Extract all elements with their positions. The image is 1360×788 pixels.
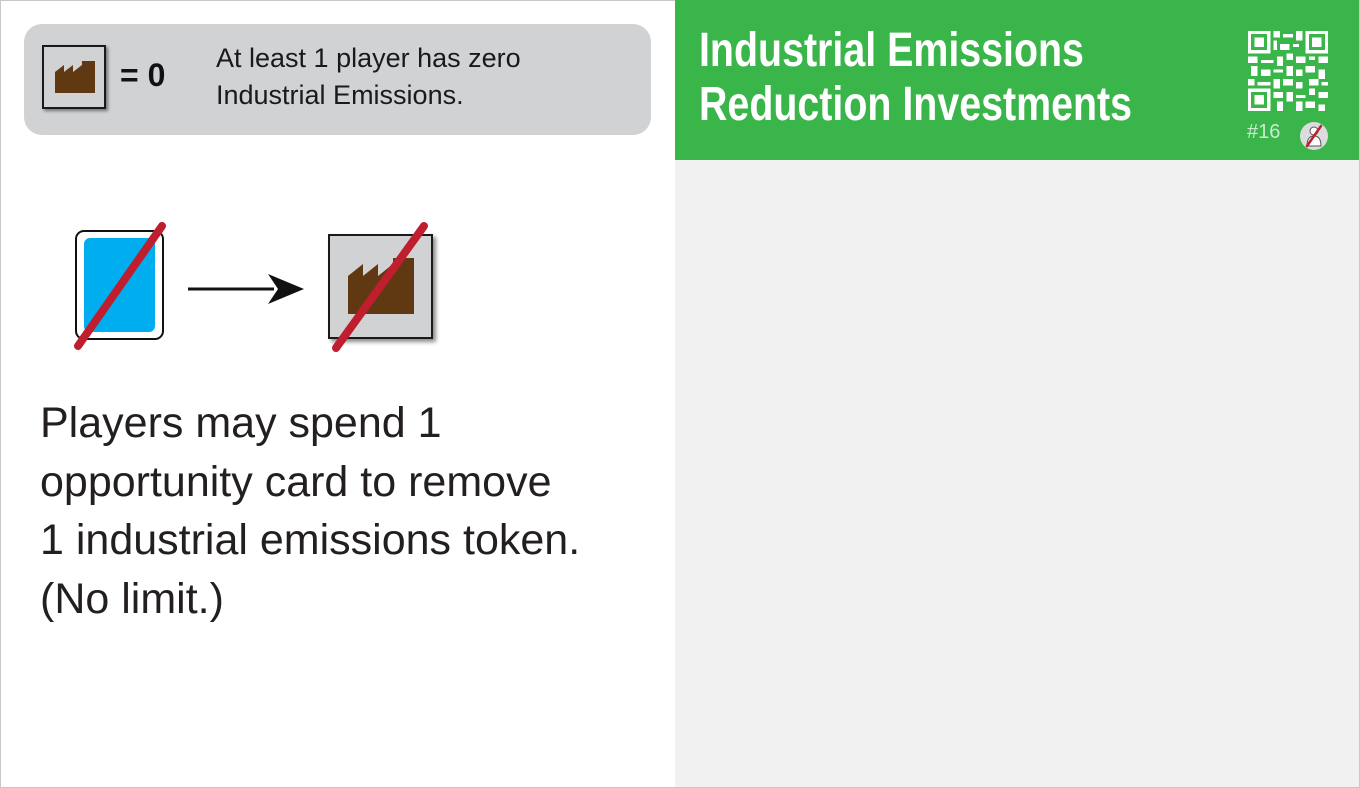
effect-text-line-4: (No limit.) (40, 574, 224, 623)
no-player-icon (1300, 122, 1328, 150)
factory-icon (55, 61, 95, 93)
arrow-right-icon (188, 274, 304, 304)
effect-text-line-2: opportunity card to remove (40, 457, 552, 506)
condition-text-line-1: At least 1 player has zero (216, 43, 521, 73)
qr-code-icon (1248, 31, 1328, 111)
opportunity-card-face (84, 238, 155, 332)
effect-text-line-3: 1 industrial emissions token. (40, 516, 581, 564)
condition-text: At least 1 player has zero Industrial Em… (216, 40, 636, 114)
condition-text-line-2: Industrial Emissions. (216, 80, 464, 110)
title-bar: Industrial Emissions Reduction Investmen… (675, 0, 1359, 160)
industrial-emissions-tile (42, 45, 106, 109)
industrial-emissions-token (328, 234, 433, 339)
opportunity-card-icon (75, 230, 164, 340)
card-title-line-2: Reduction Investments (699, 78, 1133, 131)
card-title-line-1: Industrial Emissions (699, 24, 1084, 77)
equals-zero-label: = 0 (120, 57, 166, 93)
condition-box: = 0 At least 1 player has zero Industria… (24, 24, 651, 135)
effect-text-line-1: Players may spend 1 (40, 399, 442, 447)
card-title: Industrial Emissions Reduction Investmen… (699, 24, 1133, 132)
card-number: #16 (1247, 121, 1281, 143)
effect-text: Players may spend 1 opportunity card to … (40, 394, 660, 628)
factory-icon (348, 258, 414, 314)
